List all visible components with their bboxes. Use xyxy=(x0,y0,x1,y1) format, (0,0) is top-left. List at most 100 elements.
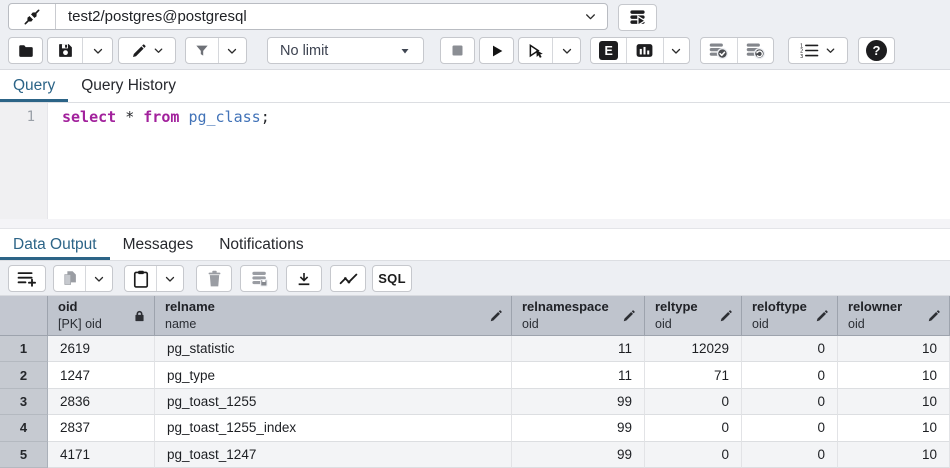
add-row-button[interactable] xyxy=(8,265,46,292)
save-data-button[interactable] xyxy=(240,265,278,292)
grid-cell[interactable]: pg_statistic xyxy=(155,336,512,362)
grid-cell[interactable]: 0 xyxy=(645,389,742,415)
row-number[interactable]: 1 xyxy=(0,336,48,362)
grid-cell[interactable]: 99 xyxy=(512,389,645,415)
save-options-button[interactable] xyxy=(82,38,112,63)
column-header-relowner[interactable]: relowneroid xyxy=(838,296,950,336)
show-sql-button[interactable]: SQL xyxy=(372,265,412,292)
connection-select[interactable]: test2/postgres@postgresql xyxy=(8,3,608,30)
chevron-down-icon xyxy=(92,45,104,57)
grid-cell[interactable]: 11 xyxy=(512,336,645,362)
download-icon xyxy=(296,271,312,287)
folder-icon xyxy=(17,42,35,60)
code-line[interactable]: select * from pg_class; xyxy=(48,103,950,219)
grid-cell[interactable]: 0 xyxy=(742,362,838,388)
explain-button[interactable]: E xyxy=(591,38,626,63)
grid-cell[interactable]: 2836 xyxy=(48,389,155,415)
copy-options-button[interactable] xyxy=(85,266,112,291)
grid-cell[interactable]: 0 xyxy=(645,442,742,468)
grid-cell[interactable]: 10 xyxy=(838,442,950,468)
row-number[interactable]: 3 xyxy=(0,389,48,415)
code-token xyxy=(134,108,143,126)
edit-menu-button[interactable] xyxy=(118,37,176,64)
grid-cell[interactable]: 0 xyxy=(742,415,838,441)
pencil-icon xyxy=(131,43,147,59)
grid-cell[interactable]: 0 xyxy=(645,415,742,441)
tab-data-output[interactable]: Data Output xyxy=(0,229,110,260)
macros-button[interactable]: 123 xyxy=(788,37,848,64)
tab-notifications[interactable]: Notifications xyxy=(206,229,316,260)
column-header-oid[interactable]: oid[PK] oid xyxy=(48,296,155,336)
panel-splitter[interactable] xyxy=(0,219,950,228)
grid-cell[interactable]: 10 xyxy=(838,389,950,415)
row-number[interactable]: 5 xyxy=(0,442,48,468)
tab-query-history[interactable]: Query History xyxy=(68,70,189,102)
save-button[interactable] xyxy=(48,38,82,63)
grid-cell[interactable]: 0 xyxy=(742,336,838,362)
grid-corner-cell[interactable] xyxy=(0,296,48,336)
add-row-icon xyxy=(17,270,37,287)
filter-button[interactable] xyxy=(186,38,218,63)
copy-button[interactable] xyxy=(54,266,85,291)
rollback-button[interactable] xyxy=(737,38,774,63)
execute-options-button[interactable] xyxy=(552,38,580,63)
trash-icon xyxy=(207,270,222,287)
column-header-relname[interactable]: relnamename xyxy=(155,296,512,336)
tab-messages[interactable]: Messages xyxy=(110,229,207,260)
chevron-down-icon xyxy=(164,273,176,285)
sql-editor[interactable]: 1 select * from pg_class; xyxy=(0,103,950,219)
sql-label: SQL xyxy=(378,271,406,286)
column-header-relnamespace[interactable]: relnamespaceoid xyxy=(512,296,645,336)
grid-cell[interactable]: pg_type xyxy=(155,362,512,388)
grid-cell[interactable]: 2837 xyxy=(48,415,155,441)
open-file-button[interactable] xyxy=(8,37,43,64)
grid-cell[interactable]: 0 xyxy=(742,442,838,468)
limit-select[interactable]: No limit xyxy=(267,37,424,64)
grid-cell[interactable]: pg_toast_1255_index xyxy=(155,415,512,441)
explain-options-button[interactable] xyxy=(663,38,689,63)
grid-cell[interactable]: pg_toast_1247 xyxy=(155,442,512,468)
grid-cell[interactable]: pg_toast_1255 xyxy=(155,389,512,415)
grid-cell[interactable]: 10 xyxy=(838,415,950,441)
pencil-icon[interactable] xyxy=(815,309,829,323)
paste-button[interactable] xyxy=(125,266,156,291)
grid-cell[interactable]: 10 xyxy=(838,362,950,388)
explain-analyze-button[interactable] xyxy=(626,38,662,63)
grid-cell[interactable]: 99 xyxy=(512,442,645,468)
numbered-list-icon: 123 xyxy=(800,43,819,58)
grid-cell[interactable]: 11 xyxy=(512,362,645,388)
grid-cell[interactable]: 71 xyxy=(645,362,742,388)
chevron-down-icon xyxy=(93,273,105,285)
graph-visualizer-button[interactable] xyxy=(330,265,366,292)
row-number[interactable]: 4 xyxy=(0,415,48,441)
filter-options-button[interactable] xyxy=(218,38,246,63)
grid-cell[interactable]: 0 xyxy=(742,389,838,415)
new-connection-button[interactable] xyxy=(618,4,657,31)
help-button[interactable]: ? xyxy=(858,37,895,64)
grid-cell[interactable]: 4171 xyxy=(48,442,155,468)
grid-cell[interactable]: 10 xyxy=(838,336,950,362)
download-button[interactable] xyxy=(286,265,322,292)
column-header-reltype[interactable]: reltypeoid xyxy=(645,296,742,336)
grid-cell[interactable]: 12029 xyxy=(645,336,742,362)
row-number[interactable]: 2 xyxy=(0,362,48,388)
column-header-reloftype[interactable]: reloftypeoid xyxy=(742,296,838,336)
output-toolbar: SQL xyxy=(0,261,950,296)
grid-cell[interactable]: 1247 xyxy=(48,362,155,388)
execute-button[interactable] xyxy=(479,37,514,64)
play-icon xyxy=(489,43,505,59)
pencil-icon[interactable] xyxy=(489,309,503,323)
chevron-down-icon xyxy=(561,45,573,57)
cancel-query-button[interactable] xyxy=(440,37,475,64)
commit-button[interactable] xyxy=(701,38,737,63)
execute-to-cursor-button[interactable] xyxy=(519,38,552,63)
pencil-icon[interactable] xyxy=(719,309,733,323)
column-type: oid xyxy=(848,316,923,332)
paste-options-button[interactable] xyxy=(156,266,183,291)
delete-row-button[interactable] xyxy=(196,265,232,292)
tab-query[interactable]: Query xyxy=(0,70,68,102)
pencil-icon[interactable] xyxy=(927,309,941,323)
pencil-icon[interactable] xyxy=(622,309,636,323)
grid-cell[interactable]: 2619 xyxy=(48,336,155,362)
grid-cell[interactable]: 99 xyxy=(512,415,645,441)
